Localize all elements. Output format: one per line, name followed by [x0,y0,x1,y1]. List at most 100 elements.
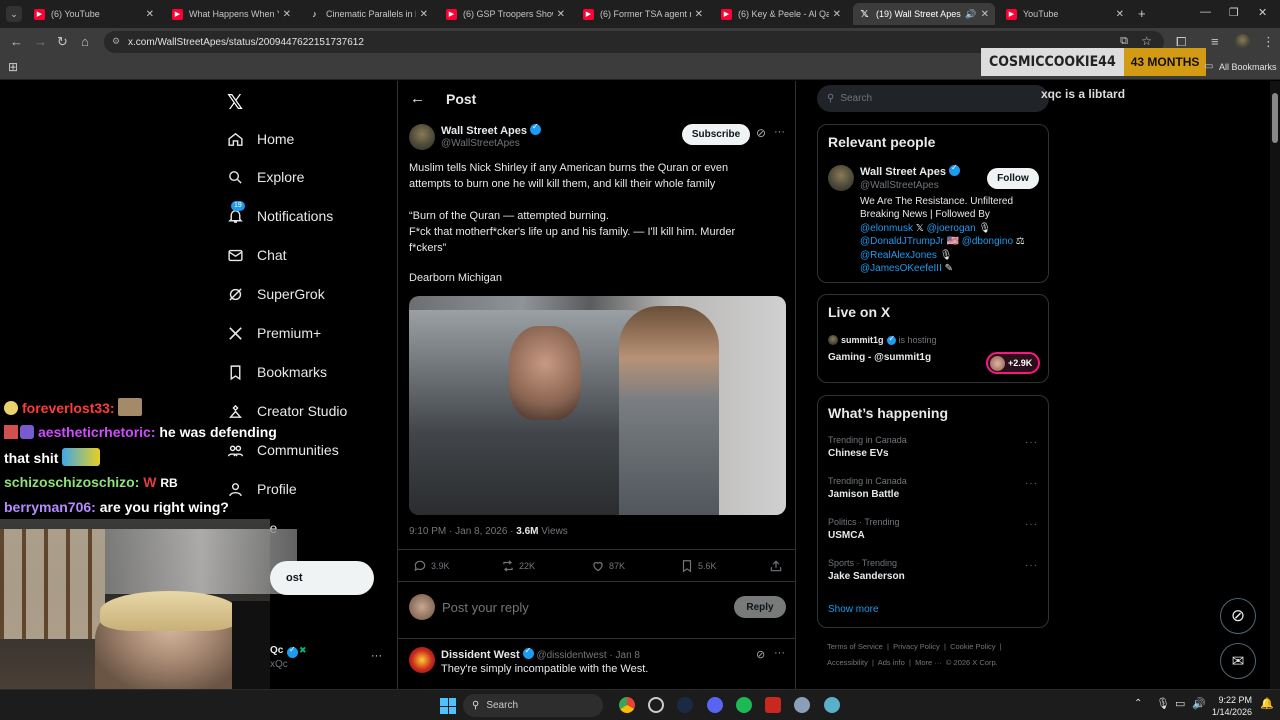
browser-tab[interactable]: ▶ (6) YouTube ✕ [28,3,160,25]
tab-close-icon[interactable]: ✕ [146,9,154,20]
nav-item-creator-studio[interactable]: Creator Studio [226,398,347,424]
live-host-row[interactable]: summit1g is hosting [828,334,937,345]
steam-icon[interactable] [677,697,693,713]
grok-fab[interactable]: ⊘ [1220,598,1256,634]
mention-realalexjones[interactable]: @RealAlexJones [860,250,937,261]
tab-close-icon[interactable]: ✕ [557,9,565,20]
media-icon[interactable]: ≡ [1211,34,1219,49]
nav-item-premium-[interactable]: Premium+ [226,320,321,346]
reply-handle[interactable]: @dissidentwest · Jan 8 [536,650,640,661]
live-listeners-pill[interactable]: +2.9K [986,352,1040,374]
author-handle[interactable]: @WallStreetApes [441,138,520,149]
post-video[interactable] [409,296,786,515]
grok-icon[interactable]: ⊘ [756,126,766,140]
settings-icon[interactable] [794,697,810,713]
reply-button[interactable]: Reply [734,596,786,618]
app-icon[interactable] [824,697,840,713]
bookmark-action[interactable]: 5.6K [680,559,717,573]
mention-elonmusk[interactable]: @elonmusk [860,223,913,234]
nav-item-communities[interactable]: Communities [226,437,339,463]
account-more-icon[interactable]: ··· [371,650,382,662]
restore-icon[interactable]: ❐ [1229,6,1239,19]
share-action[interactable] [769,559,787,573]
trend-more-icon[interactable]: ··· [1025,437,1038,448]
page-scrollbar[interactable] [1270,81,1280,689]
nav-item-notifications[interactable]: 19 Notifications [226,201,333,229]
trend-item[interactable]: Jake Sanderson [828,571,905,582]
browser-tab[interactable]: ♪ Cinematic Parallels in Bet ✕ [303,3,434,25]
account-switcher[interactable]: Qc ✖ xQc ··· [270,644,390,674]
new-tab-button[interactable]: + [1138,6,1146,21]
trend-item[interactable]: USMCA [828,530,865,541]
back-arrow-icon[interactable]: ← [410,90,425,107]
all-bookmarks-link[interactable]: All Bookmarks [1219,62,1277,72]
close-window-icon[interactable]: ✕ [1258,6,1267,19]
subscribe-button[interactable]: Subscribe [682,124,750,145]
settings-gear-icon[interactable] [648,697,664,713]
home-browser-icon[interactable]: ⌂ [81,34,89,49]
footer-links-1[interactable]: Terms of Service | Privacy Policy | Cook… [827,642,1002,651]
mic-icon[interactable]: 🎙 [1156,697,1170,710]
tab-audio-icon[interactable]: 🔊 [965,9,976,20]
relevant-handle[interactable]: @WallStreetApes [860,180,939,191]
author-name-row[interactable]: Wall Street Apes [441,122,541,137]
search-input[interactable]: Search [840,93,872,104]
nav-item-bookmarks[interactable]: Bookmarks [226,359,327,385]
reload-icon[interactable]: ↻ [57,34,68,50]
chrome-icon[interactable] [619,697,635,713]
discord-icon[interactable] [707,697,723,713]
browser-tab[interactable]: ▶ (6) Former TSA agent rec ✕ [577,3,709,25]
star-icon[interactable]: ☆ [1141,34,1152,48]
repost-action[interactable]: 22K [501,559,535,573]
trend-more-icon[interactable]: ··· [1025,519,1038,530]
reply-action[interactable]: 3.9K [413,559,450,573]
browser-tab[interactable]: ▶ (6) GSP Troopers Show N ✕ [440,3,571,25]
mention-dbongino[interactable]: @dbongino [962,236,1013,247]
volume-icon[interactable]: 🔊 [1192,697,1206,710]
post-button-partial[interactable]: ost [270,561,374,595]
tab-close-icon[interactable]: ✕ [1116,9,1124,20]
minimize-icon[interactable]: — [1200,6,1211,18]
trend-more-icon[interactable]: ··· [1025,560,1038,571]
tab-close-icon[interactable]: ✕ [833,9,841,20]
scrollbar-thumb[interactable] [1272,93,1278,143]
author-name[interactable]: Wall Street Apes [441,125,527,137]
my-avatar[interactable] [409,594,435,620]
author-avatar[interactable] [409,124,435,150]
site-info-icon[interactable]: ⚙ [112,36,120,47]
browser-tab[interactable]: ▶ What Happens When You ✕ [166,3,297,25]
install-icon[interactable]: ⧉ [1120,35,1128,48]
trend-more-icon[interactable]: ··· [1025,478,1038,489]
sidebar-search[interactable]: ⚲ Search [817,85,1049,112]
x-logo-icon[interactable]: 𝕏 [227,90,243,115]
browser-tab[interactable]: ▶ (6) Key & Peele - Al Qaed ✕ [715,3,847,25]
trend-item[interactable]: Jamison Battle [828,489,899,500]
taskbar-clock[interactable]: 9:22 PM 1/14/2026 [1212,694,1252,718]
relevant-name-row[interactable]: Wall Street Apes [860,163,960,178]
tab-close-icon[interactable]: ✕ [695,9,703,20]
tab-search-button[interactable]: ⌄ [6,6,22,22]
nav-item-chat[interactable]: Chat [226,242,287,268]
reply-input[interactable]: Post your reply [442,600,702,615]
profile-avatar[interactable] [1235,34,1250,49]
notification-bell-icon[interactable]: 🔔 [1260,697,1274,710]
reply-more-icon[interactable]: ··· [774,647,785,659]
nav-item-explore[interactable]: Explore [226,164,304,190]
tab-close-icon[interactable]: ✕ [420,9,428,20]
menu-icon[interactable]: ⋮ [1262,34,1275,50]
tab-close-icon[interactable]: ✕ [283,9,291,20]
mention-donaldjtrumpjr[interactable]: @DonaldJTrumpJr [860,236,944,247]
back-icon[interactable]: ← [10,34,23,49]
tray-chevron-icon[interactable]: ⌃ [1134,698,1142,709]
follow-button[interactable]: Follow [987,168,1039,189]
reply-avatar[interactable] [409,647,435,673]
more-options-icon[interactable]: ··· [774,126,785,138]
apps-icon[interactable]: ⊞ [8,60,18,74]
mention-jamesokeefeiii[interactable]: @JamesOKeefeIII [860,263,942,274]
mention-joerogan[interactable]: @joerogan [927,223,976,234]
show-more-link[interactable]: Show more [828,604,879,615]
trend-item[interactable]: Chinese EVs [828,448,889,459]
spotify-icon[interactable] [736,697,752,713]
relevant-avatar[interactable] [828,165,854,191]
footer-links-2[interactable]: Accessibility | Ads info | More ··· © 20… [827,658,998,667]
